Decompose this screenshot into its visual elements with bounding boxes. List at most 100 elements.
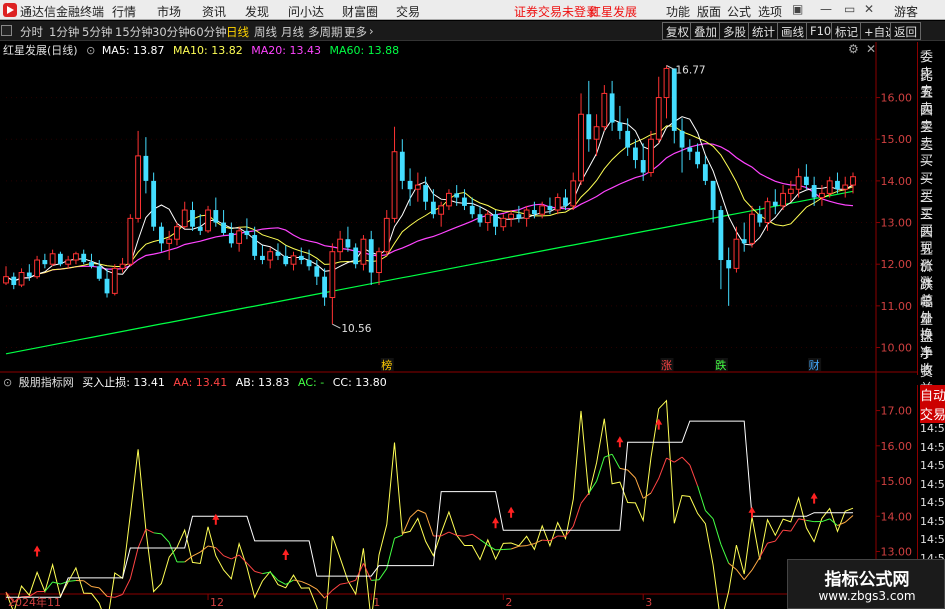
indicator-signal-segment [674,456,683,463]
trade-login-alert[interactable]: 证券交易未登录 [514,3,598,20]
tab-1min[interactable]: 1分钟 [49,24,79,40]
indicator-signal-segment [440,531,450,537]
menu-item-shichang[interactable]: 市场 [157,3,181,20]
candle [127,214,134,267]
candle-body [298,255,304,261]
ma60-line [5,190,854,355]
close-icon[interactable]: ✕ [864,2,874,16]
candle-body [360,238,367,265]
menu-item-xuanxiang[interactable]: 选项 [758,3,782,20]
indicator-signal-segment [223,555,232,560]
guest-label[interactable]: 游客 [894,3,918,20]
skin-icon[interactable]: ▣ [792,2,803,16]
restore-icon[interactable]: ▭ [844,2,855,16]
tab-more[interactable]: 更多 [344,24,367,40]
candle [640,143,646,181]
tab-multi-period[interactable]: 多周期 [308,24,343,40]
candle-body [236,230,243,244]
current-stock-label[interactable]: 红星发展 [589,3,637,20]
menu-item-gongshi[interactable]: 公式 [727,3,751,20]
menu-item-banmian[interactable]: 版面 [697,3,721,20]
close-pane-icon[interactable]: ✕ [866,42,876,56]
price-tick-label: 14.00 [881,175,913,188]
legend-dropdown-icon[interactable]: ⊙ [86,44,95,57]
menu-item-caifuquan[interactable]: 财富圈 [342,3,378,20]
candle [26,264,32,281]
indicator-signal-segment [184,555,193,563]
candle [726,247,732,306]
tab-60min[interactable]: 60分钟 [189,24,227,40]
candle-body [34,259,40,278]
candle-body [454,193,460,198]
candle [826,176,833,198]
indicator-signal-segment [759,542,768,558]
candle [803,164,809,190]
indicator-signal-segment [215,547,224,557]
period-toolbar: 分时 1分钟 5分钟 15分钟 30分钟 60分钟 日线 周线 月线 多周期 更… [0,21,945,41]
indicator-signal-segment [743,569,753,580]
tab-weekly[interactable]: 周线 [254,24,277,40]
ma5-label: MA5: 13.87 [101,44,165,57]
candle-body [314,266,320,277]
indicator-signal-segment [238,554,248,564]
candle [539,201,546,219]
buy-arrow-icon [655,418,663,430]
draw-line-button[interactable]: 画线 [777,22,808,40]
stats-button[interactable]: 统计 [748,22,779,40]
candle [625,118,631,156]
menu-item-gongneng[interactable]: 功能 [666,3,690,20]
indicator-signal-segment [122,578,131,595]
fuquan-button[interactable]: 复权 [662,22,693,40]
indicator-signal-segment [837,521,846,527]
side-panel-label: 自动 [920,385,945,404]
candle-body [18,272,25,286]
indicator-signal-segment [386,538,396,569]
candle-body [446,192,452,207]
tab-fenshi[interactable]: 分时 [20,24,43,40]
candle [842,176,849,198]
menu-item-faxian[interactable]: 发现 [245,3,269,20]
candle [508,210,515,227]
candle [65,255,72,269]
tab-monthly[interactable]: 月线 [281,24,304,40]
candle-body [749,213,755,244]
menu-item-zixun[interactable]: 资讯 [202,3,226,20]
candle [617,105,623,140]
tab-30min[interactable]: 30分钟 [152,24,190,40]
candle [135,130,142,223]
candle-body [477,214,483,223]
cc-label: CC: 13.80 [332,376,387,389]
more-chevron-icon[interactable]: › [369,24,374,38]
candle-body [523,209,530,219]
candle [547,197,553,215]
tab-5min[interactable]: 5分钟 [82,24,112,40]
indicator-signal-segment [542,539,550,542]
candle-body [826,180,833,194]
mark-button[interactable]: 标记 [831,22,862,40]
indicator-dropdown-icon[interactable]: ⊙ [3,376,12,389]
candle-body [383,217,390,253]
side-panel-label: 14:56 [920,422,945,435]
side-panel-label: 14:56 [920,533,945,546]
candle [345,226,351,252]
indicator-signal-segment [106,595,115,598]
indicator-signal-segment [324,589,333,599]
multi-stock-button[interactable]: 多股 [719,22,750,40]
toolbar-checkbox[interactable] [1,25,12,36]
indicator-signal-segment [129,547,139,579]
menu-item-jiaoyi[interactable]: 交易 [396,3,420,20]
menu-item-hangqing[interactable]: 行情 [112,3,136,20]
indicator-signal-segment [634,477,644,499]
back-button[interactable]: 返回 [890,22,921,40]
candle-body [345,239,351,248]
menu-item-wenxiaoda[interactable]: 问小达 [288,3,324,20]
settings-gear-icon[interactable]: ⚙ [848,42,859,56]
indicator-signal-segment [68,579,76,582]
candle [81,249,87,265]
candle-body [337,238,344,253]
minimize-icon[interactable]: — [820,2,832,16]
overlay-button[interactable]: 叠加 [690,22,721,40]
tab-daily[interactable]: 日线 [226,24,249,40]
tab-15min[interactable]: 15分钟 [115,24,153,40]
indicator-signal-segment [798,518,807,521]
